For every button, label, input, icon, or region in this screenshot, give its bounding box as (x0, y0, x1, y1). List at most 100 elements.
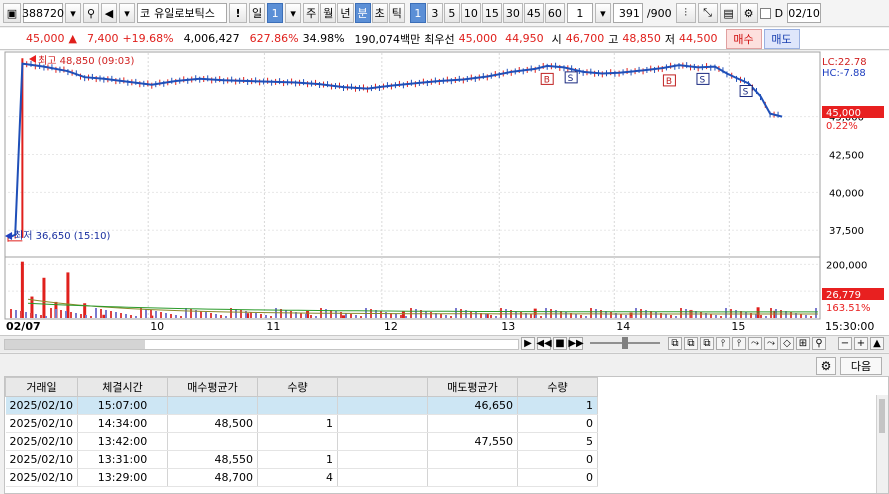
column-header-4[interactable] (337, 377, 428, 397)
interval-input[interactable]: 1 (566, 3, 593, 23)
speaker-icon[interactable]: ◀ (101, 3, 117, 23)
column-header-3[interactable]: 수량 (257, 377, 338, 397)
table-row[interactable]: 2025/02/10 13:29:00 48,700 4 0 (5, 468, 598, 487)
gear-icon[interactable]: ⚙ (816, 357, 836, 375)
save-icon[interactable]: ▤ (719, 3, 738, 23)
column-header-2[interactable]: 매수평균가 (167, 377, 258, 397)
scroll-right-icon[interactable]: ▶ (521, 337, 535, 350)
volume-bar-small (670, 315, 672, 318)
interval-tab-5[interactable]: 5 (443, 3, 460, 23)
scroll-track[interactable] (4, 339, 519, 350)
count-input[interactable]: 391 (612, 3, 643, 23)
stock-code-input[interactable]: 388720 (22, 3, 64, 23)
date-checkbox[interactable] (759, 7, 771, 19)
period-tab-2[interactable]: 년 (337, 3, 354, 23)
scroll-thumb[interactable] (5, 340, 145, 349)
volume-bar-small (445, 315, 447, 318)
tool-icon-7[interactable]: ⤳ (764, 337, 778, 350)
next-button[interactable]: 다음 (840, 357, 882, 375)
volume-current-label: 26,779 (826, 290, 861, 301)
period-tab-0[interactable]: 주 (303, 3, 320, 23)
tool-icon-4[interactable]: ⫯ (716, 337, 730, 350)
volume-bar-small (185, 308, 187, 318)
buy-button[interactable]: 매수 (725, 28, 762, 49)
period-tab-1[interactable]: 월 (320, 3, 337, 23)
table-row[interactable]: 2025/02/10 14:34:00 48,500 1 0 (5, 414, 598, 433)
current-price: 45,000 (26, 32, 65, 45)
table-row[interactable]: 2025/02/10 13:31:00 48,550 1 0 (5, 450, 598, 469)
stop-icon[interactable]: ■ (553, 337, 567, 350)
expand-icon[interactable]: ▲ (870, 337, 884, 350)
interval-tab-45[interactable]: 45 (523, 3, 544, 23)
period-tab-5[interactable]: 틱 (388, 3, 405, 23)
candle-type-icon[interactable]: ⫶ (675, 3, 696, 23)
current-price-label: 45,000 (826, 108, 861, 119)
table-row[interactable]: 2025/02/10 15:07:00 46,650 1 (5, 396, 598, 415)
grid-toolbar: ⚙ 다음 (0, 353, 889, 376)
period-day-button[interactable]: 일 (249, 3, 266, 23)
tool-icon-3[interactable]: ⧉ (700, 337, 714, 350)
low-label: 저 (664, 32, 676, 46)
zoom-out-icon[interactable]: − (838, 337, 852, 350)
period-tab-3[interactable]: 분 (354, 3, 371, 23)
column-header-1[interactable]: 체결시간 (77, 377, 168, 397)
chart-area[interactable]: B S B S S 45,000 42,500 40,000 37,500 200,000 10… (0, 51, 889, 335)
volume-bar-small (565, 312, 567, 318)
grid-scrollbar[interactable] (876, 395, 888, 493)
interval-tab-3[interactable]: 3 (426, 3, 443, 23)
sell-button[interactable]: 매도 (763, 28, 800, 49)
period-tab-4[interactable]: 초 (371, 3, 388, 23)
quote-info-bar: 45,000 ▲ 7,400 +19.68% 4,006,427 627.86%… (0, 28, 889, 50)
interval-tab-10[interactable]: 10 (460, 3, 481, 23)
period-day-dropdown-icon[interactable]: ▾ (285, 3, 302, 23)
column-header-0[interactable]: 거래일 (5, 377, 78, 397)
table-cell: 15:07:00 (77, 396, 168, 415)
volume-rate-label: 163.51% (826, 303, 871, 314)
volume-bar-small (800, 314, 802, 318)
checkbox-label: D (774, 6, 784, 20)
volume-bar-small (430, 312, 432, 318)
volume-bar-small (760, 315, 762, 318)
fast-forward-icon[interactable]: ▶▶ (568, 337, 584, 350)
interval-dropdown-icon[interactable]: ▾ (594, 3, 611, 23)
tool-icon-8[interactable]: ◇ (780, 337, 794, 350)
stock-code-dropdown-icon[interactable]: ▾ (65, 3, 81, 23)
search-icon[interactable]: ⚲ (83, 3, 99, 23)
price-tick-label: 42,500 (829, 151, 864, 162)
tool-icon-1[interactable]: ⧉ (668, 337, 682, 350)
period-day-count[interactable]: 1 (267, 3, 284, 23)
tool-icon-9[interactable]: ⊞ (796, 337, 810, 350)
trade-history-grid[interactable]: 거래일 체결시간 매수평균가 수량 매도평균가 수량 2025/02/10 15:07:00… (4, 376, 889, 494)
search-icon-small[interactable]: ⚲ (812, 337, 826, 350)
table-cell: 14:34:00 (77, 414, 168, 433)
interval-tab-60[interactable]: 60 (544, 3, 565, 23)
table-cell: 1 (257, 414, 338, 433)
volume-bar-small (125, 314, 127, 318)
window-icon[interactable]: ▣ (3, 3, 21, 23)
interval-tab-15[interactable]: 15 (481, 3, 502, 23)
table-cell (337, 432, 428, 451)
interval-tab-30[interactable]: 30 (502, 3, 523, 23)
tool-icon-2[interactable]: ⧉ (684, 337, 698, 350)
tool-icon-6[interactable]: ⤳ (748, 337, 762, 350)
table-row[interactable]: 2025/02/10 13:42:00 47,550 5 (5, 432, 598, 451)
volume-bar-small (15, 310, 17, 318)
price-chart[interactable]: B S B S S 45,000 42,500 40,000 37,500 200,000 10… (0, 51, 889, 335)
stock-name-field[interactable]: 코 유일로보틱스 (137, 3, 227, 23)
volume-bar-small (675, 316, 677, 318)
zoom-slider-handle[interactable] (622, 337, 628, 349)
column-header-5[interactable]: 매도평균가 (427, 377, 518, 397)
speaker-dropdown-icon[interactable]: ▾ (119, 3, 135, 23)
draw-tool-icon[interactable]: ⤡ (697, 3, 718, 23)
rewind-icon[interactable]: ◀◀ (536, 337, 552, 350)
gear-icon[interactable]: ⚙ (739, 3, 758, 23)
up-arrow-icon: ▲ (68, 32, 77, 45)
interval-tab-1[interactable]: 1 (409, 3, 426, 23)
column-header-6[interactable]: 수량 (517, 377, 598, 397)
volume: 4,006,427 (183, 32, 240, 45)
date-input[interactable]: 02/10 (787, 3, 822, 23)
alert-button[interactable]: ! (229, 3, 247, 23)
zoom-in-icon[interactable]: + (854, 337, 868, 350)
tool-icon-5[interactable]: ⫯ (732, 337, 746, 350)
grid-scroll-thumb[interactable] (879, 399, 885, 433)
